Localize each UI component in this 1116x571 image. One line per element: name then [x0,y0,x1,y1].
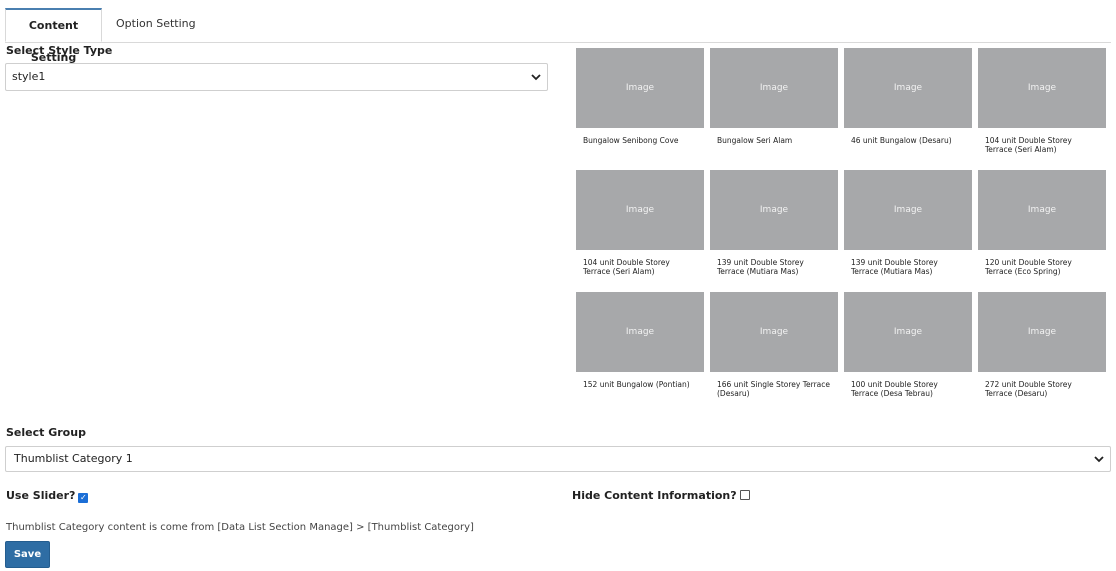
group-label: Select Group [6,426,86,439]
thumbnail-card[interactable]: Image 104 unit Double Storey Terrace (Ser… [576,170,704,292]
thumbnail-card[interactable]: Image 100 unit Double Storey Terrace (Des… [844,292,972,414]
thumbnail-image: Image [844,48,972,128]
thumbnail-card[interactable]: Image 139 unit Double Storey Terrace (Mut… [710,170,838,292]
thumbnail-caption: 46 unit Bungalow (Desaru) [851,136,952,145]
use-slider-checkbox[interactable]: ✓ [78,493,89,503]
use-slider-row: Use Slider? ✓ [6,489,89,503]
use-slider-label: Use Slider? [6,489,76,502]
thumbnail-image: Image [978,170,1106,250]
thumbnail-caption: 272 unit Double Storey Terrace (Desaru) [985,380,1072,398]
thumbnail-image: Image [576,170,704,250]
thumbnail-caption: 139 unit Double Storey Terrace (Mutiara … [717,258,804,276]
thumbnail-card[interactable]: Image Bungalow Seri Alam [710,48,838,170]
tab-content-setting[interactable]: Content Setting [5,8,102,64]
thumbnail-image: Image [710,48,838,128]
thumbnail-caption: 120 unit Double Storey Terrace (Eco Spri… [985,258,1072,276]
thumbnail-image: Image [576,48,704,128]
thumbnail-card[interactable]: Image 120 unit Double Storey Terrace (Eco… [978,170,1106,292]
thumbnail-image: Image [844,292,972,372]
hide-content-row: Hide Content Information? [572,489,750,502]
chevron-down-icon [531,65,541,101]
style-type-select[interactable]: style1 [5,63,548,91]
thumbnail-caption: Bungalow Senibong Cove [583,136,679,145]
thumbnail-card[interactable]: Image 166 unit Single Storey Terrace (Des… [710,292,838,414]
save-button[interactable]: Save [5,541,50,568]
thumbnail-image: Image [710,170,838,250]
thumbnail-caption: 166 unit Single Storey Terrace (Desaru) [717,380,830,398]
style-type-value: style1 [12,70,46,83]
thumbnail-image: Image [844,170,972,250]
thumbnail-image: Image [978,48,1106,128]
thumbnail-card[interactable]: Image 104 unit Double Storey Terrace (Ser… [978,48,1106,170]
hide-content-checkbox[interactable] [739,490,750,500]
source-note: Thumblist Category content is come from … [6,522,474,533]
tab-bar: Content Setting Option Setting [5,8,1111,64]
style-type-label: Select Style Type [6,44,113,57]
thumbnail-caption: 104 unit Double Storey Terrace (Seri Ala… [583,258,670,276]
chevron-down-icon [1094,448,1104,481]
thumbnail-caption: 104 unit Double Storey Terrace (Seri Ala… [985,136,1072,154]
thumbnail-caption: Bungalow Seri Alam [717,136,793,145]
thumbnail-caption: 152 unit Bungalow (Pontian) [583,380,690,389]
thumbnail-image: Image [576,292,704,372]
thumbnail-card[interactable]: Image 272 unit Double Storey Terrace (Des… [978,292,1106,414]
tab-option-setting[interactable]: Option Setting [106,8,206,42]
thumbnail-caption: 139 unit Double Storey Terrace (Mutiara … [851,258,938,276]
hide-content-label: Hide Content Information? [572,489,737,502]
group-value: Thumblist Category 1 [14,452,133,465]
thumbnail-card[interactable]: Image 152 unit Bungalow (Pontian) [576,292,704,414]
thumbnail-card[interactable]: Image 139 unit Double Storey Terrace (Mut… [844,170,972,292]
thumbnail-caption: 100 unit Double Storey Terrace (Desa Teb… [851,380,938,398]
thumbnail-card[interactable]: Image Bungalow Senibong Cove [576,48,704,170]
thumbnail-image: Image [710,292,838,372]
thumbnail-card[interactable]: Image 46 unit Bungalow (Desaru) [844,48,972,170]
thumbnail-grid: Image Bungalow Senibong Cove Image Bungalow… [576,48,1112,414]
thumbnail-image: Image [978,292,1106,372]
group-select[interactable]: Thumblist Category 1 [5,446,1111,472]
